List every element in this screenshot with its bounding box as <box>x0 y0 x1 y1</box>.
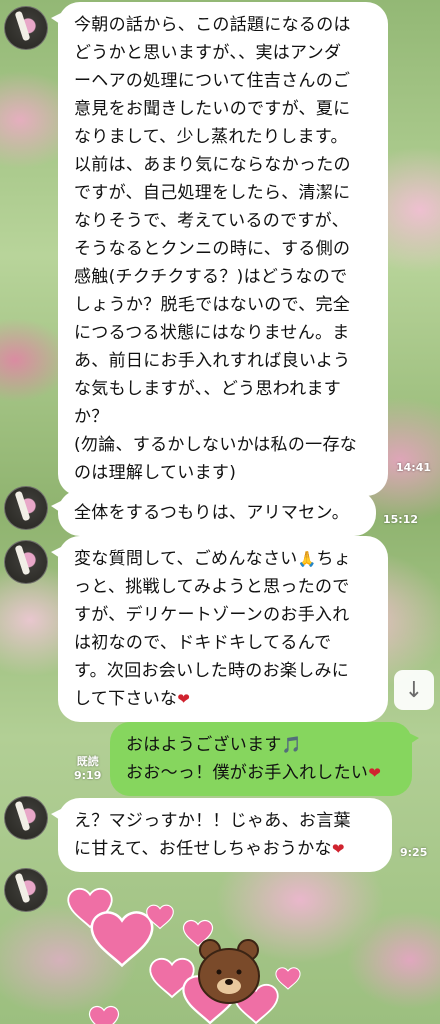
message-line: 意見をお聞きしたいのですが、夏に <box>74 99 351 119</box>
message-line: っと、挑戦してみようと思ったので <box>74 577 350 597</box>
message-line: 全体をするつもりは、アリマセン。 <box>74 503 350 523</box>
message-line: (勿論、するかしないかは私の一存な <box>74 435 358 455</box>
avatar[interactable] <box>4 540 48 584</box>
message-time: 15:12 <box>383 513 419 526</box>
praying-hands-emoji: 🙏 <box>297 550 317 568</box>
avatar[interactable] <box>4 868 48 912</box>
heart-emoji: ❤ <box>177 690 191 708</box>
message-line: あ、前日にお手入れすれば良いよう <box>74 351 351 371</box>
message-line: そうなるとクンニの時に、する側の <box>74 239 351 259</box>
message-line: につるつる状態にはなりません。ま <box>74 323 350 343</box>
message-line: 感触(チクチクする？)はどうなので <box>74 267 348 287</box>
message-line: は初なので、ドキドキしてるんで <box>74 633 332 653</box>
message-line: 変な質問して、ごめんなさい🙏ちょ <box>74 549 352 569</box>
message-line: 今朝の話から、この話題になるのは <box>74 15 351 35</box>
message-line: か？ <box>74 407 109 427</box>
message-line: なりそうで、考えているのですが、 <box>74 211 349 231</box>
message-line: のは理解しています) <box>74 463 237 483</box>
message-time: 9:25 <box>400 846 428 859</box>
message-line: おお〜っ！僕がお手入れしたい❤ <box>126 763 382 783</box>
message-time: 9:19 <box>74 769 102 782</box>
message-line: おはようございます🎵 <box>126 735 302 755</box>
heart-emoji: ❤ <box>368 764 382 782</box>
avatar[interactable] <box>4 486 48 530</box>
message-line: どうかと思いますが、、実はアンダ <box>74 43 342 63</box>
message-bubble-incoming[interactable]: え？マジっすか！！じゃあ、お言葉 に甘えて、お任せしちゃおうかな❤ <box>51 798 392 872</box>
message-line: 以前は、あまり気にならなかったの <box>74 155 351 175</box>
message-line: ーヘアの処理について住吉さんのご <box>74 71 351 91</box>
message-line: な気もしますが、、どう思われます <box>74 379 342 399</box>
message-line: え？マジっすか！！じゃあ、お言葉 <box>74 811 351 831</box>
message-bubble-incoming[interactable]: 今朝の話から、この話題になるのは どうかと思いますが、、実はアンダ ーヘアの処理… <box>51 2 388 496</box>
read-receipt: 既読 9:19 <box>74 755 101 783</box>
message-line: す。次回お会いした時のお楽しみに <box>74 661 350 681</box>
message-bubble-outgoing[interactable]: おはようございます🎵 おお〜っ！僕がお手入れしたい❤ <box>110 722 419 796</box>
hearts-bear-sticker[interactable] <box>60 878 320 1024</box>
avatar[interactable] <box>4 6 48 50</box>
message-line: しょうか？脱毛ではないので、完全 <box>74 295 351 315</box>
message-bubble-incoming[interactable]: 変な質問して、ごめんなさい🙏ちょ っと、挑戦してみようと思ったので すが、デリケ… <box>51 536 388 722</box>
read-label: 既読 <box>76 755 99 768</box>
message-bubble-incoming[interactable]: 全体をするつもりは、アリマセン。 <box>51 490 376 536</box>
bear-icon <box>198 939 260 1004</box>
message-time: 14:41 <box>396 461 432 474</box>
message-line: ですが、自己処理をしたら、清潔に <box>74 183 351 203</box>
avatar[interactable] <box>4 796 48 840</box>
arrow-down-icon: ↓ <box>404 677 424 703</box>
message-line: なりまして、少し蒸れたりします。 <box>74 127 348 147</box>
heart-emoji: ❤ <box>331 840 345 858</box>
message-line: すが、デリケートゾーンのお手入れ <box>74 605 350 625</box>
message-line: に甘えて、お任せしちゃおうかな❤ <box>74 839 345 859</box>
music-note-emoji: 🎵 <box>281 735 302 754</box>
scroll-to-bottom-button[interactable]: ↓ <box>394 670 434 710</box>
message-line: して下さいな❤ <box>74 689 191 709</box>
